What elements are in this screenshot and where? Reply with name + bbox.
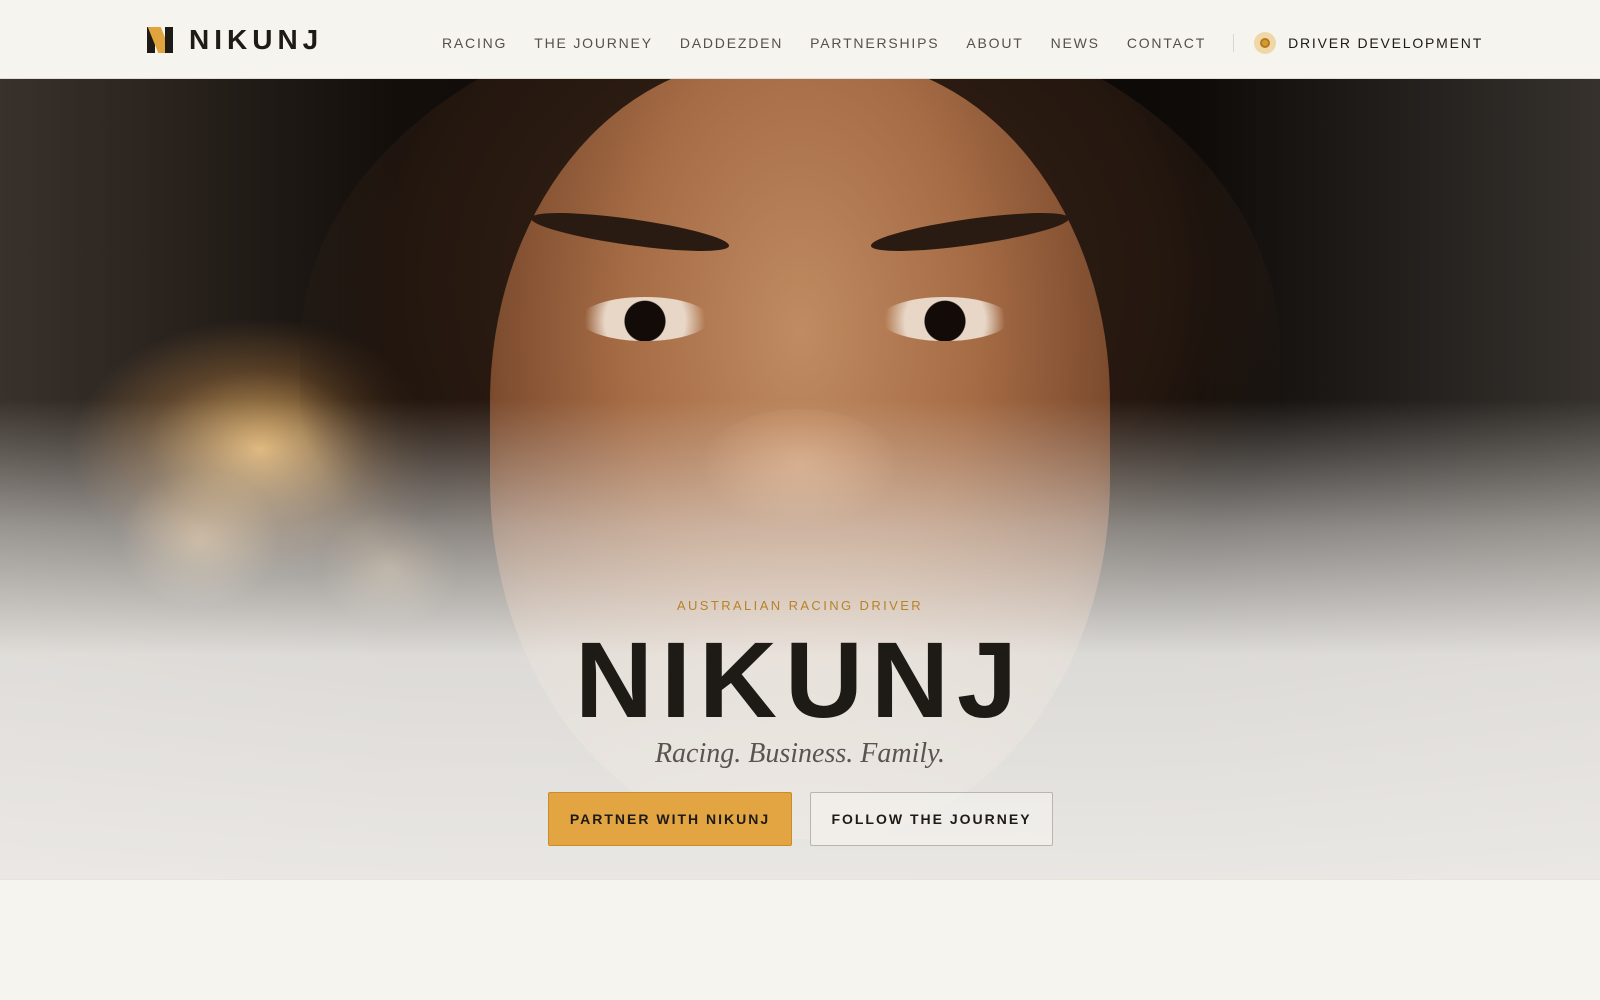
main-nav: RACING THE JOURNEY DADDEZDEN PARTNERSHIP… (442, 32, 1483, 54)
nav-divider (1233, 34, 1235, 52)
hero-tagline: Racing. Business. Family. (654, 738, 946, 769)
driver-development-link[interactable]: DRIVER DEVELOPMENT (1254, 32, 1483, 54)
hero-content: AUSTRALIAN RACING DRIVER NIKUNJ Racing. … (0, 79, 1600, 879)
nav-item-daddezden[interactable]: DADDEZDEN (680, 35, 783, 51)
hero-eyebrow: AUSTRALIAN RACING DRIVER (676, 598, 924, 613)
hero-section: AUSTRALIAN RACING DRIVER NIKUNJ Racing. … (0, 79, 1600, 880)
nav-item-the-journey[interactable]: THE JOURNEY (534, 35, 653, 51)
target-icon (1254, 32, 1277, 54)
nav-item-contact[interactable]: CONTACT (1127, 35, 1206, 51)
nav-item-about[interactable]: ABOUT (966, 35, 1023, 51)
nav-item-racing[interactable]: RACING (442, 35, 507, 51)
logo-mark-icon (147, 27, 173, 53)
nav-item-news[interactable]: NEWS (1051, 35, 1100, 51)
hero-title: NIKUNJ (574, 619, 1026, 740)
logo[interactable]: NIKUNJ (147, 24, 324, 55)
logo-text: NIKUNJ (189, 24, 324, 55)
driver-development-label: DRIVER DEVELOPMENT (1288, 35, 1484, 51)
nav-item-partnerships[interactable]: PARTNERSHIPS (810, 35, 939, 51)
partner-button[interactable]: PARTNER WITH NIKUNJ (548, 792, 792, 846)
follow-journey-button[interactable]: FOLLOW THE JOURNEY (810, 792, 1053, 846)
site-header: NIKUNJ RACING THE JOURNEY DADDEZDEN PART… (0, 0, 1600, 79)
